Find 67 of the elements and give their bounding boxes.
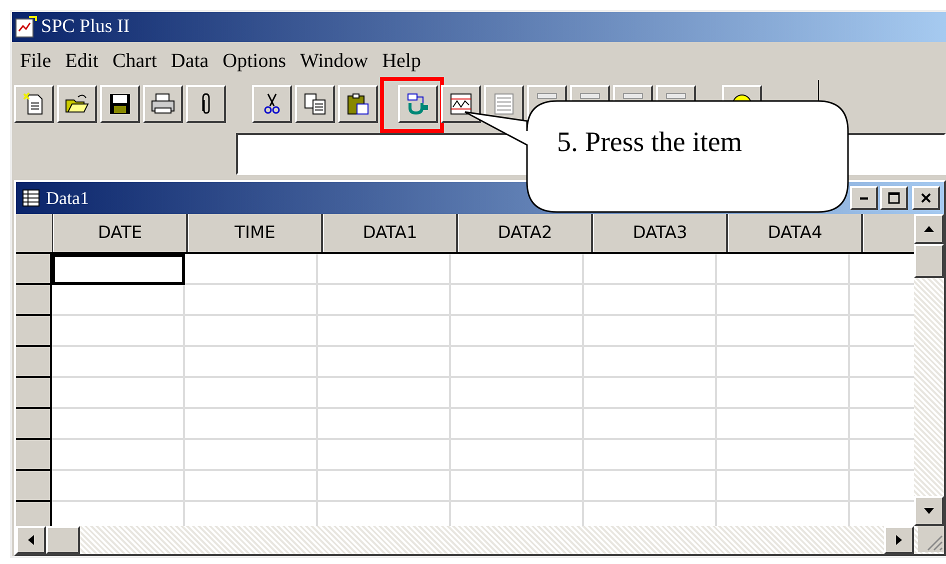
menu-item[interactable]: Edit bbox=[59, 50, 104, 72]
scroll-right-button[interactable] bbox=[884, 526, 914, 554]
column-header[interactable]: DATE bbox=[53, 214, 188, 252]
row-header[interactable] bbox=[16, 440, 52, 471]
table-icon bbox=[22, 189, 40, 207]
gauge-icon bbox=[406, 92, 430, 116]
printer-icon bbox=[151, 92, 175, 116]
attach-button[interactable] bbox=[186, 85, 226, 123]
close-icon bbox=[919, 191, 933, 205]
row-header[interactable] bbox=[16, 254, 52, 285]
copy-icon bbox=[303, 92, 327, 116]
horizontal-scrollbar[interactable] bbox=[16, 526, 944, 554]
column-header[interactable]: DATA1 bbox=[323, 214, 458, 252]
row-header[interactable] bbox=[16, 471, 52, 502]
right-arrow-icon bbox=[895, 534, 903, 546]
minimize-button[interactable] bbox=[850, 186, 878, 210]
menu-item[interactable]: Window bbox=[294, 50, 374, 72]
row-header[interactable] bbox=[16, 285, 52, 316]
minimize-icon bbox=[860, 196, 868, 200]
open-button[interactable] bbox=[57, 85, 97, 123]
row-header[interactable] bbox=[16, 316, 52, 347]
row-header[interactable] bbox=[16, 409, 52, 440]
clipboard-icon bbox=[346, 92, 370, 116]
scroll-up-button[interactable] bbox=[914, 214, 944, 244]
line-chart-icon bbox=[449, 92, 473, 116]
menu-item[interactable]: Options bbox=[216, 50, 292, 72]
maximize-button[interactable] bbox=[880, 186, 908, 210]
row-header[interactable] bbox=[16, 378, 52, 409]
cut-button[interactable] bbox=[252, 85, 292, 123]
column-header[interactable]: DATA2 bbox=[458, 214, 593, 252]
paste-button[interactable] bbox=[338, 85, 378, 123]
save-button[interactable] bbox=[100, 85, 140, 123]
window-title: Data1 bbox=[46, 188, 90, 208]
vertical-scrollbar[interactable] bbox=[914, 214, 944, 526]
column-header[interactable]: DATA3 bbox=[593, 214, 728, 252]
callout-text: 5. Press the item bbox=[557, 127, 742, 158]
corner-header[interactable] bbox=[16, 214, 53, 252]
down-arrow-icon bbox=[923, 507, 935, 515]
chart-button[interactable] bbox=[441, 85, 481, 123]
scroll-down-button[interactable] bbox=[914, 496, 944, 526]
gauge-button[interactable] bbox=[398, 85, 438, 123]
menu-item[interactable]: File bbox=[14, 50, 58, 72]
column-header[interactable]: DATA4 bbox=[728, 214, 863, 252]
column-header[interactable]: TIME bbox=[188, 214, 323, 252]
up-arrow-icon bbox=[923, 225, 935, 233]
maximize-icon bbox=[887, 191, 901, 205]
bar-icon bbox=[623, 93, 643, 99]
close-button[interactable] bbox=[912, 186, 940, 210]
bar-icon bbox=[580, 93, 600, 99]
scroll-thumb[interactable] bbox=[914, 244, 944, 278]
menu-item[interactable]: Help bbox=[376, 50, 427, 72]
bar-icon bbox=[537, 93, 557, 99]
table-cell[interactable] bbox=[52, 254, 185, 285]
print-button[interactable] bbox=[143, 85, 183, 123]
chart-document-icon bbox=[15, 16, 37, 38]
copy-button[interactable] bbox=[295, 85, 335, 123]
left-arrow-icon bbox=[27, 534, 35, 546]
row-header[interactable] bbox=[16, 347, 52, 378]
menu-item[interactable]: Chart bbox=[106, 50, 163, 72]
bar-icon bbox=[666, 93, 686, 99]
scroll-left-button[interactable] bbox=[16, 526, 46, 554]
table-icon bbox=[492, 92, 516, 116]
menu-item[interactable]: Data bbox=[164, 50, 215, 72]
new-button[interactable] bbox=[14, 85, 54, 123]
row-header[interactable] bbox=[16, 502, 52, 526]
window-title: SPC Plus II bbox=[41, 16, 130, 38]
scroll-thumb[interactable] bbox=[46, 526, 80, 554]
